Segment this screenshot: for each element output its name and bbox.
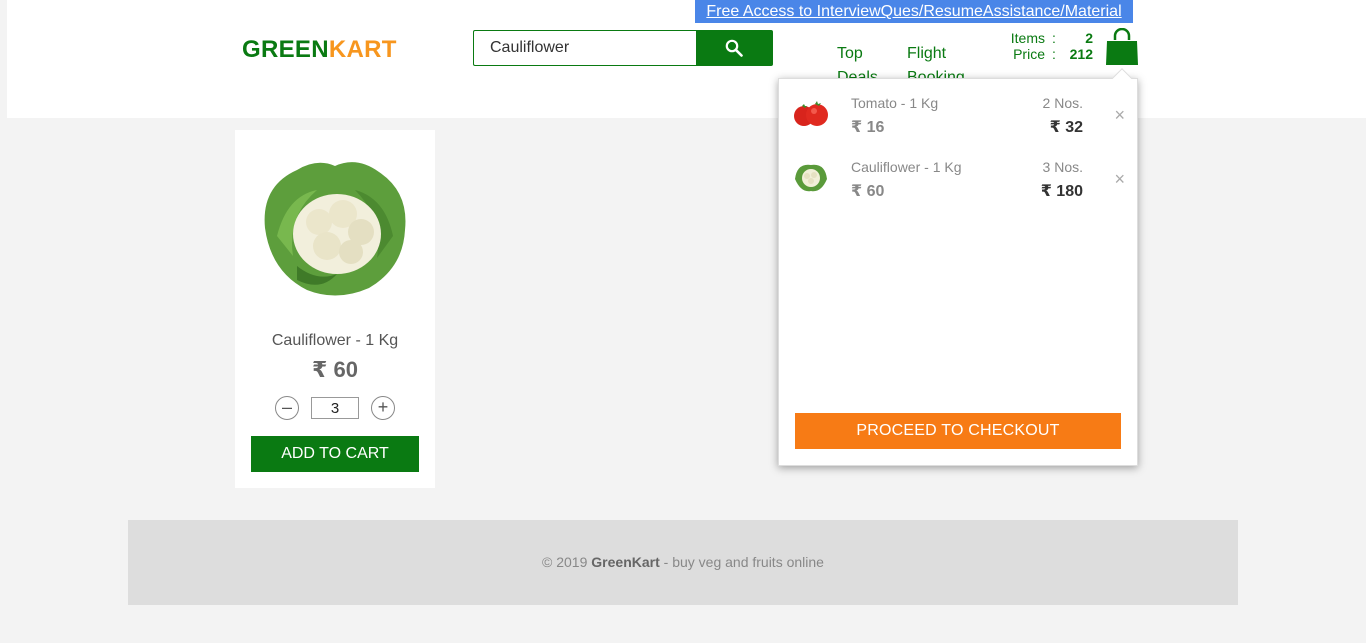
search-input[interactable] bbox=[473, 30, 696, 66]
items-count: 2 bbox=[1085, 30, 1093, 46]
product-name: Cauliflower - 1 Kg bbox=[271, 332, 399, 349]
product-price: ₹ 60 bbox=[312, 357, 358, 382]
cart-item-amount: ₹ 32 bbox=[1049, 119, 1083, 136]
cart-item-name: Tomato - 1 Kg bbox=[851, 95, 939, 111]
remove-item-button[interactable]: × bbox=[1114, 169, 1125, 190]
search-button[interactable] bbox=[696, 30, 773, 66]
product-card: Cauliflower - 1 Kg ₹ 60 – + ADD TO CART bbox=[235, 130, 435, 488]
cart-item-cauliflower: Cauliflower - 1 Kg ₹ 60 3 Nos. ₹ 180 × bbox=[779, 147, 1137, 203]
cart-item-name: Cauliflower - 1 Kg bbox=[851, 159, 962, 175]
logo-kart-text: KART bbox=[328, 36, 397, 63]
promo-link[interactable]: Free Access to InterviewQues/ResumeAssis… bbox=[695, 0, 1133, 23]
greenkart-logo[interactable]: GREENKART bbox=[242, 36, 397, 64]
footer-prefix: © 2019 bbox=[542, 554, 592, 570]
price-colon: : bbox=[1052, 46, 1056, 62]
cart-item-qty: 3 Nos. bbox=[1042, 159, 1083, 175]
price-total: 212 bbox=[1069, 46, 1093, 62]
cart-item-qty: 2 Nos. bbox=[1042, 95, 1083, 111]
add-to-cart-button[interactable]: ADD TO CART bbox=[251, 436, 419, 472]
cart-preview: Tomato - 1 Kg ₹ 16 2 Nos. ₹ 32 × Caulifl… bbox=[778, 68, 1138, 466]
cauliflower-image bbox=[264, 162, 406, 296]
price-label: Price bbox=[1013, 46, 1045, 62]
cart-bag-icon[interactable] bbox=[1105, 28, 1139, 66]
items-label: Items bbox=[1010, 30, 1045, 46]
items-colon: : bbox=[1052, 30, 1056, 46]
cart-item-amount: ₹ 180 bbox=[1040, 183, 1083, 200]
search-icon bbox=[725, 39, 743, 57]
footer: © 2019 GreenKart - buy veg and fruits on… bbox=[128, 520, 1238, 605]
quantity-input[interactable] bbox=[311, 397, 359, 419]
cauliflower-thumbnail bbox=[795, 164, 827, 192]
proceed-to-checkout-button[interactable]: PROCEED TO CHECKOUT bbox=[795, 413, 1121, 449]
footer-suffix: - buy veg and fruits online bbox=[659, 554, 824, 570]
cart-item-price: ₹ 16 bbox=[851, 119, 885, 136]
tomato-thumbnail bbox=[794, 101, 828, 126]
logo-green-text: GREEN bbox=[242, 36, 329, 63]
cart-item-tomato: Tomato - 1 Kg ₹ 16 2 Nos. ₹ 32 × bbox=[779, 83, 1137, 139]
quantity-stepper: – + bbox=[275, 396, 395, 420]
cart-summary: Items : 2 Price : 212 bbox=[1007, 30, 1093, 62]
remove-item-button[interactable]: × bbox=[1114, 105, 1125, 126]
increment-button[interactable]: + bbox=[371, 396, 395, 420]
decrement-button[interactable]: – bbox=[275, 396, 299, 420]
cart-item-price: ₹ 60 bbox=[851, 183, 885, 200]
footer-brand: GreenKart bbox=[591, 554, 660, 570]
search-bar bbox=[473, 30, 773, 66]
